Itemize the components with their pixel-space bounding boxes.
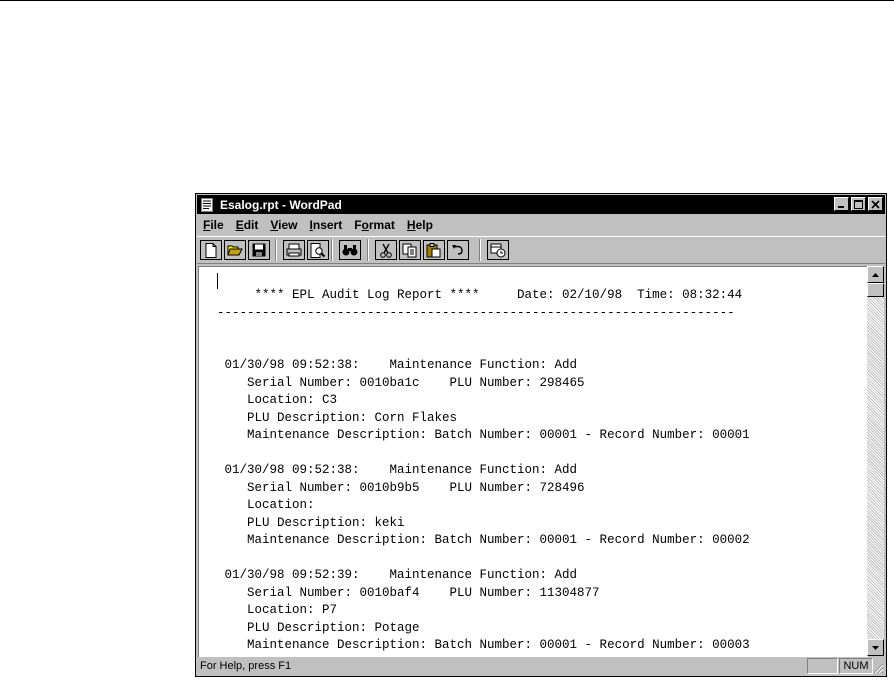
open-button[interactable] [224, 240, 246, 260]
window-title: Esalog.rpt - WordPad [220, 197, 342, 212]
undo-button[interactable] [447, 240, 469, 260]
document-area[interactable]: **** EPL Audit Log Report **** Date: 02/… [198, 266, 868, 657]
new-icon [205, 242, 217, 258]
save-icon [252, 243, 266, 257]
find-icon [342, 245, 358, 256]
open-icon [227, 245, 243, 256]
print-preview-icon [310, 242, 326, 258]
wordpad-document-icon [201, 197, 214, 212]
menu-file[interactable]: File [197, 218, 230, 232]
new-button[interactable] [200, 240, 222, 260]
num-lock-indicator: NUM [839, 658, 873, 674]
scroll-thumb[interactable] [867, 283, 884, 297]
date-time-icon [490, 243, 506, 257]
menu-edit[interactable]: Edit [230, 218, 265, 232]
menu-insert[interactable]: Insert [304, 218, 349, 232]
menu-help[interactable]: Help [401, 218, 439, 232]
scroll-up-icon [872, 272, 879, 277]
scroll-down-button[interactable] [867, 639, 884, 656]
date-time-button[interactable] [487, 240, 509, 260]
undo-icon [452, 245, 463, 255]
copy-button[interactable] [399, 240, 421, 260]
title-bar[interactable]: Esalog.rpt - WordPad [197, 195, 885, 214]
toolbar [197, 236, 885, 264]
save-button[interactable] [248, 240, 270, 260]
page-top-rule [0, 0, 894, 1]
scroll-down-icon [872, 645, 879, 650]
status-blank-indicator [807, 658, 838, 674]
wordpad-window: Esalog.rpt - WordPad File Edit View Inse… [195, 193, 887, 677]
minimize-button[interactable] [834, 197, 849, 211]
print-preview-button[interactable] [307, 240, 329, 260]
close-button[interactable] [868, 197, 883, 211]
maximize-icon [854, 199, 863, 209]
cut-icon [380, 243, 392, 258]
document-text: **** EPL Audit Log Report **** Date: 02/… [217, 288, 750, 652]
resize-grip-icon[interactable] [872, 662, 884, 674]
menu-format[interactable]: Format [348, 218, 401, 232]
find-button[interactable] [339, 240, 361, 260]
vertical-scrollbar[interactable] [867, 266, 884, 656]
print-icon [286, 243, 302, 257]
scroll-up-button[interactable] [867, 266, 884, 283]
minimize-icon [838, 205, 844, 208]
paste-button[interactable] [423, 240, 445, 260]
status-help-text: For Help, press F1 [200, 660, 292, 672]
maximize-button[interactable] [851, 197, 866, 211]
close-icon [871, 199, 880, 209]
print-button[interactable] [283, 240, 305, 260]
cut-button[interactable] [375, 240, 397, 260]
copy-icon [402, 243, 417, 257]
status-bar: For Help, press F1 NUM [197, 657, 885, 675]
paste-icon [426, 242, 441, 257]
menu-view[interactable]: View [264, 218, 303, 232]
menu-bar: File Edit View Insert Format Help [197, 215, 885, 235]
